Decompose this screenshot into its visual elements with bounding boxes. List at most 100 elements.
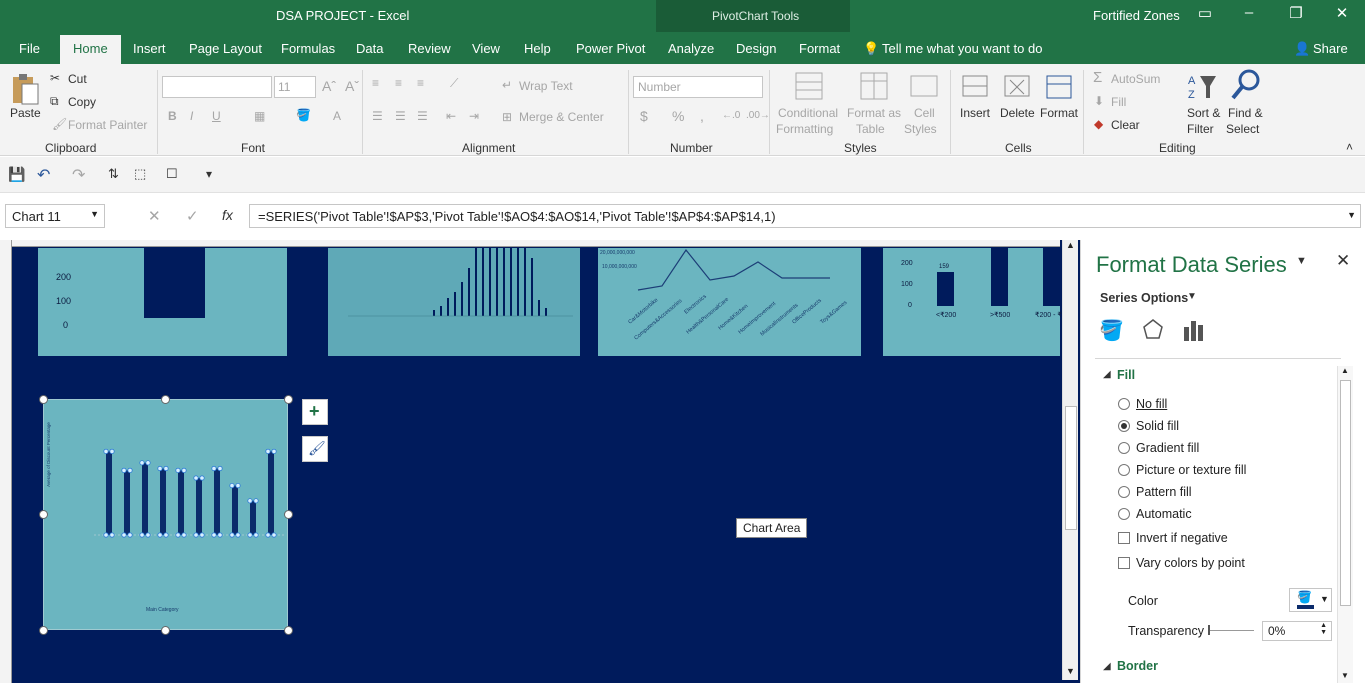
resize-handle[interactable] — [161, 626, 170, 635]
picture-fill-radio[interactable] — [1118, 464, 1130, 476]
decrease-indent-icon[interactable]: ⇤ — [446, 109, 456, 123]
scroll-thumb[interactable] — [1065, 406, 1077, 530]
selection-point[interactable] — [109, 448, 115, 455]
selection-point[interactable] — [121, 467, 127, 474]
no-fill-label[interactable]: No fill — [1136, 397, 1167, 411]
chart-price-bins-partial[interactable]: 200 100 0 159 <₹200 >₹500 ₹200 - ₹ — [883, 248, 1062, 356]
selection-point[interactable] — [235, 483, 241, 489]
underline-icon[interactable]: U — [212, 109, 221, 123]
fill-button[interactable]: Fill — [1111, 95, 1126, 109]
border-icon[interactable]: ☐ — [166, 166, 178, 182]
selection-point[interactable] — [145, 460, 151, 466]
restore-icon[interactable]: ❐ — [1281, 4, 1311, 22]
selection-point[interactable] — [181, 467, 187, 474]
bar[interactable] — [196, 478, 202, 535]
bar[interactable] — [124, 470, 130, 535]
tab-help[interactable]: Help — [524, 41, 551, 56]
no-fill-radio[interactable] — [1118, 398, 1130, 410]
resize-handle[interactable] — [39, 510, 48, 519]
copy-button[interactable]: Copy — [68, 95, 96, 109]
resize-handle[interactable] — [284, 395, 293, 404]
border-collapse-icon[interactable]: ◢ — [1103, 661, 1111, 672]
selection-point[interactable] — [127, 532, 133, 538]
row-header[interactable] — [0, 240, 12, 683]
pane-options-icon[interactable]: ▼ — [1296, 255, 1307, 267]
autosum-button[interactable]: AutoSum — [1111, 72, 1160, 86]
middle-align-icon[interactable]: ≡ — [395, 76, 402, 90]
selection-point[interactable] — [253, 532, 259, 538]
increase-decimal-icon[interactable]: ←.0 — [722, 110, 740, 121]
automatic-fill-label[interactable]: Automatic — [1136, 507, 1192, 521]
pattern-fill-label[interactable]: Pattern fill — [1136, 485, 1192, 499]
selection-point[interactable] — [121, 532, 127, 538]
scroll-down-icon[interactable]: ▼ — [1066, 666, 1075, 676]
align-left-icon[interactable]: ☰ — [372, 109, 383, 123]
collapse-ribbon-icon[interactable]: ˄ — [1346, 140, 1353, 154]
invert-if-negative-label[interactable]: Invert if negative — [1136, 531, 1228, 545]
chart-styles-button[interactable]: 🖌 — [302, 436, 328, 462]
selected-chart[interactable]: Average of Discount Percentage Main Cate… — [43, 399, 288, 630]
selection-point[interactable] — [199, 475, 205, 481]
selection-point[interactable] — [229, 532, 235, 538]
effects-icon[interactable] — [1142, 318, 1164, 340]
currency-icon[interactable]: $ — [640, 108, 648, 124]
conditional-formatting-button[interactable]: Conditional — [778, 106, 838, 120]
comma-icon[interactable]: , — [700, 108, 704, 124]
selection-point[interactable] — [235, 532, 241, 538]
selection-point[interactable] — [265, 448, 271, 455]
cell-styles-button[interactable]: Cell — [914, 106, 935, 120]
bar[interactable] — [214, 468, 220, 536]
increase-indent-icon[interactable]: ⇥ — [469, 109, 479, 123]
selection-point[interactable] — [109, 532, 115, 538]
cut-button[interactable]: Cut — [68, 72, 87, 86]
transparency-slider[interactable] — [1208, 630, 1254, 631]
bar[interactable] — [142, 462, 148, 535]
selection-point[interactable] — [247, 532, 253, 538]
chart-elements-button[interactable]: + — [302, 399, 328, 425]
selection-point[interactable] — [217, 465, 223, 472]
paste-icon[interactable] — [10, 72, 40, 106]
selection-point[interactable] — [271, 448, 277, 455]
selection-point[interactable] — [163, 465, 169, 472]
tab-format[interactable]: Format — [799, 41, 840, 56]
chart-distribution-partial[interactable] — [328, 248, 580, 356]
font-size-combo[interactable]: 11 — [274, 76, 316, 98]
selection-point[interactable] — [247, 498, 253, 504]
chart-histogram-partial[interactable]: 200 100 0 — [38, 248, 287, 356]
tab-formulas[interactable]: Formulas — [281, 41, 335, 56]
cancel-icon[interactable]: ✕ — [148, 207, 161, 225]
selection-point[interactable] — [139, 532, 145, 538]
discount-bar-chart[interactable] — [44, 400, 289, 631]
shapes-icon[interactable]: ⬚ — [134, 166, 146, 182]
selection-point[interactable] — [175, 532, 181, 538]
fill-section-header[interactable]: Fill — [1117, 368, 1135, 382]
transparency-slider-thumb[interactable] — [1208, 625, 1210, 635]
bottom-align-icon[interactable]: ≡ — [417, 76, 424, 90]
resize-handle[interactable] — [284, 626, 293, 635]
find-select-button[interactable]: Find & — [1228, 106, 1263, 120]
number-format-combo[interactable]: Number — [633, 76, 763, 98]
resize-handle[interactable] — [284, 510, 293, 519]
format-painter-button[interactable]: Format Painter — [68, 118, 147, 132]
insert-cells-button[interactable]: Insert — [960, 106, 990, 120]
italic-icon[interactable]: I — [190, 109, 193, 123]
gradient-fill-label[interactable]: Gradient fill — [1136, 441, 1199, 455]
worksheet-area[interactable]: 200 100 0 20,000,000,000 10,000,000,000 … — [0, 240, 1080, 683]
pane-scroll-down-icon[interactable]: ▼ — [1341, 671, 1349, 680]
selection-point[interactable] — [193, 475, 199, 481]
selection-point[interactable] — [139, 460, 145, 466]
selection-point[interactable] — [145, 532, 151, 538]
bar[interactable] — [178, 470, 184, 535]
sort-icon[interactable]: ⇅ — [108, 166, 119, 182]
series-options-dropdown[interactable]: Series Options — [1100, 291, 1188, 305]
clear-button[interactable]: Clear — [1111, 118, 1140, 132]
formula-input[interactable]: =SERIES('Pivot Table'!$AP$3,'Pivot Table… — [249, 204, 1361, 228]
selection-point[interactable] — [253, 498, 259, 504]
selection-point[interactable] — [211, 465, 217, 472]
customize-qat-icon[interactable]: ▾ — [206, 167, 212, 181]
selection-point[interactable] — [157, 532, 163, 538]
solid-fill-radio[interactable] — [1118, 420, 1130, 432]
enter-icon[interactable]: ✓ — [186, 207, 199, 225]
pane-scroll-thumb[interactable] — [1340, 380, 1351, 606]
chart-line-categories-partial[interactable]: 20,000,000,000 10,000,000,000 Car&Motorb… — [598, 248, 861, 356]
